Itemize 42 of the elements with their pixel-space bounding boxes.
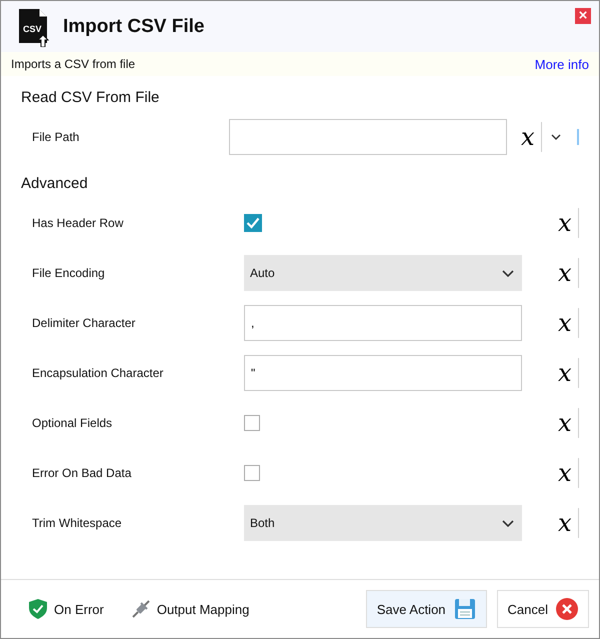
field-label: Has Header Row <box>32 216 124 230</box>
description-text: Imports a CSV from file <box>11 57 136 71</box>
window-title: Import CSV File <box>63 16 204 38</box>
checkbox[interactable] <box>244 465 260 481</box>
text-field[interactable]: " <box>244 355 522 391</box>
variable-button[interactable]: x <box>521 124 535 150</box>
checkbox[interactable] <box>244 214 262 232</box>
variable-button[interactable]: x <box>558 260 572 286</box>
footer-link[interactable]: Output Mapping <box>156 602 250 616</box>
section-title: Read CSV From File <box>21 89 160 106</box>
shield-check-icon <box>29 599 47 619</box>
field-label: Error On Bad Data <box>32 466 132 480</box>
close-circle-icon <box>556 598 578 620</box>
dropdown[interactable]: Both <box>244 505 522 541</box>
variable-button[interactable]: x <box>558 310 572 336</box>
close-button[interactable]: × <box>575 8 591 24</box>
dropdown[interactable]: Auto <box>244 255 522 291</box>
field-label: Delimiter Character <box>32 316 136 330</box>
more-info-link[interactable]: More info <box>534 56 589 72</box>
variable-button[interactable]: x <box>558 410 572 436</box>
checkbox[interactable] <box>244 415 260 431</box>
field-label: Encapsulation Character <box>32 366 164 380</box>
chevron-down-icon[interactable] <box>550 134 561 140</box>
section-title: Advanced <box>21 175 89 192</box>
field-label: Trim Whitespace <box>32 516 123 530</box>
plug-icon <box>132 600 150 618</box>
save-action-button[interactable]: Save Action <box>366 590 487 628</box>
variable-button[interactable]: x <box>558 360 572 386</box>
chevron-down-icon <box>502 520 514 526</box>
chevron-down-icon <box>502 270 514 276</box>
text-field[interactable]: , <box>244 305 522 341</box>
footer-link[interactable]: On Error <box>54 602 104 616</box>
icon-label: CSV <box>23 24 42 34</box>
field-label: Optional Fields <box>32 416 114 430</box>
field-label: File Encoding <box>32 266 106 280</box>
variable-button[interactable]: x <box>558 460 572 486</box>
cancel-button[interactable]: Cancel <box>496 590 589 628</box>
variable-button[interactable]: x <box>558 210 572 236</box>
file-path-field[interactable] <box>229 119 507 155</box>
variable-button[interactable]: x <box>558 510 572 536</box>
field-label: File Path <box>32 130 80 144</box>
csv-file-icon <box>17 8 51 46</box>
